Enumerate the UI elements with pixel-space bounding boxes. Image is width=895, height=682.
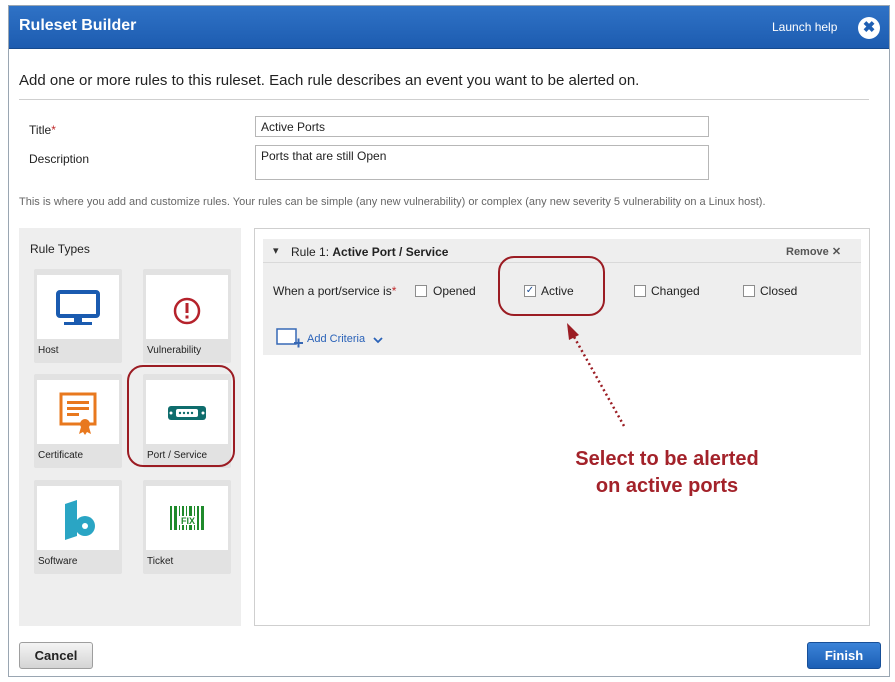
changed-label: Changed: [651, 284, 700, 298]
condition-label-text: When a port/service is: [273, 284, 392, 298]
tile-thumbnail: [146, 275, 228, 339]
annotation-line-2: on active ports: [595, 475, 739, 497]
finish-button[interactable]: Finish: [807, 642, 881, 669]
remove-rule-button[interactable]: Remove ✕: [786, 245, 841, 258]
tile-thumbnail: [37, 275, 119, 339]
opened-checkbox[interactable]: [415, 285, 427, 297]
rule-types-heading: Rule Types: [30, 242, 90, 256]
title-input[interactable]: [255, 116, 709, 137]
dialog-title: Ruleset Builder: [19, 17, 137, 34]
launch-help-link[interactable]: Launch help: [772, 20, 837, 34]
title-label-text: Title: [29, 123, 52, 137]
tile-label: Software: [38, 556, 78, 567]
barcode-fix-icon: FIX: [170, 506, 204, 530]
title-label: Title*: [29, 123, 56, 137]
annotation-line-1: Select to be alerted: [575, 448, 759, 470]
rule-number: Rule 1:: [291, 245, 330, 259]
tile-thumbnail: [37, 380, 119, 444]
cancel-button[interactable]: Cancel: [19, 642, 93, 669]
chevron-down-icon: [373, 337, 383, 344]
tile-label: Ticket: [147, 556, 174, 567]
rule-type-vulnerability[interactable]: Vulnerability: [143, 269, 231, 363]
annotation-callout: Select to be alerted on active ports: [527, 446, 807, 500]
tile-label: Host: [38, 345, 59, 356]
condition-label: When a port/service is*: [273, 284, 396, 298]
required-marker: *: [391, 284, 397, 298]
tile-label: Certificate: [38, 450, 84, 461]
description-label: Description: [29, 152, 90, 166]
monitor-icon: [56, 290, 100, 325]
closed-label: Closed: [760, 284, 798, 298]
description-textarea[interactable]: Ports that are still Open: [255, 145, 709, 180]
rule-type-certificate[interactable]: Certificate: [34, 374, 122, 468]
closed-checkbox[interactable]: [743, 285, 755, 297]
close-icon[interactable]: ✖: [858, 17, 880, 39]
rules-hint-text: This is where you add and customize rule…: [19, 196, 766, 208]
rule-type-host[interactable]: Host: [34, 269, 122, 363]
rule-name: Active Port / Service: [332, 245, 449, 259]
rule-type-ticket[interactable]: FIX Ticket: [143, 480, 231, 574]
required-marker: *: [51, 123, 56, 137]
dialog-titlebar: Ruleset Builder Launch help ✖: [9, 6, 889, 49]
tile-thumbnail: [37, 486, 119, 550]
intro-text: Add one or more rules to this ruleset. E…: [19, 72, 640, 89]
opened-label: Opened: [433, 284, 476, 298]
rule-title: Rule 1: Active Port / Service: [291, 245, 448, 259]
svg-text:FIX: FIX: [181, 516, 195, 526]
software-disc-icon: [65, 500, 95, 540]
certificate-icon: [59, 392, 97, 435]
tile-thumbnail: FIX: [146, 486, 228, 550]
tile-label: Vulnerability: [147, 345, 202, 356]
active-option-highlight: [498, 256, 605, 316]
exclamation-circle-icon: [173, 297, 201, 325]
divider: [19, 99, 869, 100]
port-service-highlight: [127, 365, 235, 467]
changed-checkbox[interactable]: [634, 285, 646, 297]
chevron-down-icon[interactable]: ▾: [273, 244, 279, 257]
rule-type-software[interactable]: Software: [34, 480, 122, 574]
ruleset-builder-dialog: Ruleset Builder Launch help ✖ Add one or…: [8, 5, 890, 677]
add-criteria-icon: [276, 328, 303, 348]
add-criteria-button[interactable]: Add Criteria: [275, 325, 415, 353]
add-criteria-label: Add Criteria: [307, 333, 366, 345]
